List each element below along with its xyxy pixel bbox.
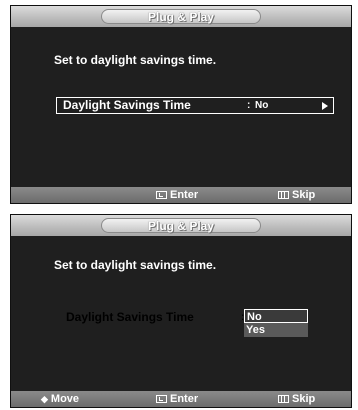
move-hint[interactable]: ◆ Move xyxy=(41,391,79,407)
plug-and-play-screen-2: Plug & Play Set to daylight savings time… xyxy=(10,214,352,408)
setting-label: Daylight Savings Time xyxy=(63,98,191,112)
page-title: Plug & Play xyxy=(147,219,215,233)
move-label: Move xyxy=(50,393,80,405)
option-no[interactable]: No xyxy=(244,309,308,323)
setting-colon: : xyxy=(247,100,251,111)
instruction-text: Set to daylight savings time. xyxy=(54,258,217,272)
menu-icon xyxy=(278,395,289,403)
enter-hint[interactable]: Enter xyxy=(156,187,198,203)
help-bar: Enter Skip xyxy=(11,187,351,203)
page-title: Plug & Play xyxy=(147,10,215,24)
daylight-savings-setting[interactable]: Daylight Savings Time : No xyxy=(56,97,334,114)
enter-icon xyxy=(156,191,167,199)
skip-label: Skip xyxy=(292,189,316,201)
enter-icon xyxy=(156,395,167,403)
option-yes[interactable]: Yes xyxy=(244,323,308,337)
enter-hint[interactable]: Enter xyxy=(156,391,198,407)
instruction-text: Set to daylight savings time. xyxy=(54,53,217,67)
help-bar: ◆ Move Enter Skip xyxy=(11,391,351,407)
skip-hint[interactable]: Skip xyxy=(278,187,315,203)
title-bar: Plug & Play xyxy=(11,6,351,27)
menu-icon xyxy=(278,191,289,199)
title-bar: Plug & Play xyxy=(11,215,351,236)
skip-hint[interactable]: Skip xyxy=(278,391,315,407)
setting-label: Daylight Savings Time xyxy=(66,310,194,324)
skip-label: Skip xyxy=(292,393,316,405)
title-pill: Plug & Play xyxy=(101,218,261,233)
enter-label: Enter xyxy=(170,189,199,201)
enter-label: Enter xyxy=(170,393,199,405)
arrow-right-icon xyxy=(322,102,328,110)
plug-and-play-screen-1: Plug & Play Set to daylight savings time… xyxy=(10,5,352,204)
setting-value: No xyxy=(255,100,269,111)
daylight-savings-options[interactable]: No Yes xyxy=(244,309,308,337)
title-pill: Plug & Play xyxy=(101,9,261,24)
up-down-arrow-icon: ◆ xyxy=(41,394,48,404)
